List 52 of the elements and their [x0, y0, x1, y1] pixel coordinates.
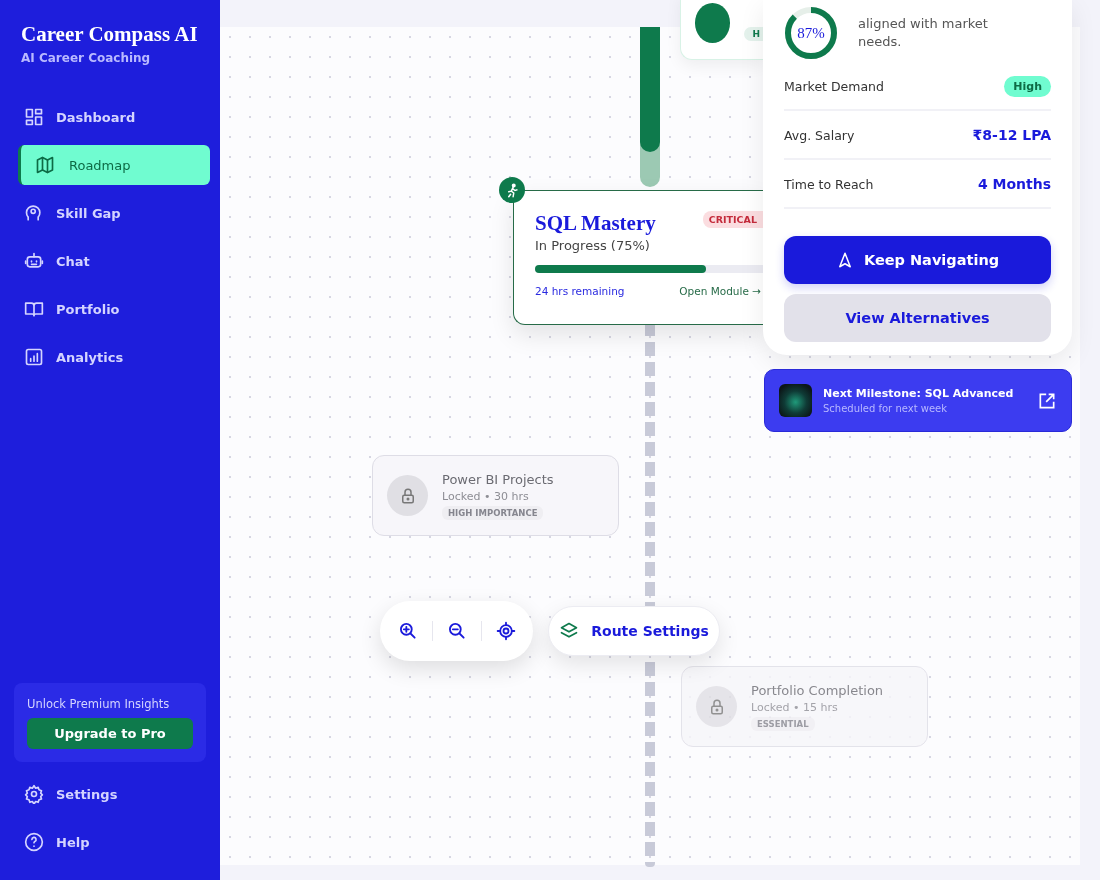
demand-badge: High	[1004, 75, 1051, 97]
map-icon	[35, 155, 55, 175]
node-meta: Locked • 30 hrs	[442, 489, 529, 503]
importance-badge: ESSENTIAL	[751, 716, 815, 731]
importance-badge: HIGH IMPORTANCE	[442, 505, 544, 520]
upgrade-button[interactable]: Upgrade to Pro	[27, 718, 193, 749]
nav-item[interactable]: Chat	[0, 241, 220, 281]
help-icon	[24, 832, 44, 852]
importance-badge: H	[744, 27, 764, 41]
nav-item[interactable]: Skill Gap	[0, 193, 220, 233]
milestone-title: Next Milestone: SQL Advanced	[823, 387, 1015, 400]
stat-value: 4 Months	[977, 176, 1051, 192]
bar-chart-icon	[24, 347, 44, 367]
roadmap-node-card[interactable]: SQL Mastery CRITICAL In Progress (75%) 24 hrs remaining Open Module →	[513, 190, 763, 325]
milestone-card[interactable]: Next Milestone: SQL Advanced Scheduled for next week	[764, 369, 1072, 432]
locked-node-card[interactable]: Portfolio Completion Locked • 15 hrs ESSENTIAL	[681, 666, 928, 747]
app-title: Career Compass AI	[21, 22, 199, 47]
layers-icon	[559, 621, 580, 641]
nav-item[interactable]: Settings	[0, 774, 220, 814]
time-remaining: 24 hrs remaining	[535, 285, 625, 297]
keep-navigating-button[interactable]: Keep Navigating	[784, 236, 1051, 284]
app-subtitle: AI Career Coaching	[21, 51, 152, 65]
node-status: In Progress (75%)	[535, 238, 651, 253]
nav-item[interactable]: Analytics	[0, 337, 220, 377]
robot-icon	[24, 251, 44, 271]
settings-icon	[24, 784, 44, 804]
stat-label: Market Demand	[784, 78, 884, 94]
score-value: 87%	[797, 24, 825, 42]
open-module-link[interactable]: Open Module →	[679, 285, 761, 297]
nav-item[interactable]: Portfolio	[0, 289, 220, 329]
nav-item[interactable]: Dashboard	[0, 97, 220, 137]
head-gear-icon	[24, 203, 44, 223]
grid-icon	[24, 107, 44, 127]
priority-badge: CRITICAL	[702, 211, 763, 228]
node-title: Portfolio Completion	[751, 682, 884, 698]
score-description: aligned with market needs.	[858, 15, 989, 51]
node-title: SQL Mastery	[535, 211, 656, 236]
book-icon	[24, 299, 44, 319]
stat-label: Time to Reach	[784, 176, 874, 192]
locked-node-card[interactable]: Power BI Projects Locked • 30 hrs HIGH IMPORTANCE	[372, 455, 619, 536]
node-meta: Locked • 15 hrs	[751, 700, 838, 714]
image-placeholder	[779, 384, 812, 417]
route-settings-button[interactable]: Route Settings	[548, 606, 720, 656]
roadmap-node-card[interactable]: H	[680, 0, 764, 60]
stat-value: ₹8-12 LPA	[972, 127, 1051, 143]
node-title: Power BI Projects	[442, 471, 554, 487]
nav-item[interactable]: Roadmap	[18, 145, 210, 185]
milestone-subtitle: Scheduled for next week	[823, 403, 948, 414]
nav-item[interactable]: Help	[0, 822, 220, 862]
stat-label: Avg. Salary	[784, 127, 855, 143]
promo-text: Unlock Premium Insights	[27, 697, 171, 711]
view-alternatives-button[interactable]: View Alternatives	[784, 294, 1051, 342]
